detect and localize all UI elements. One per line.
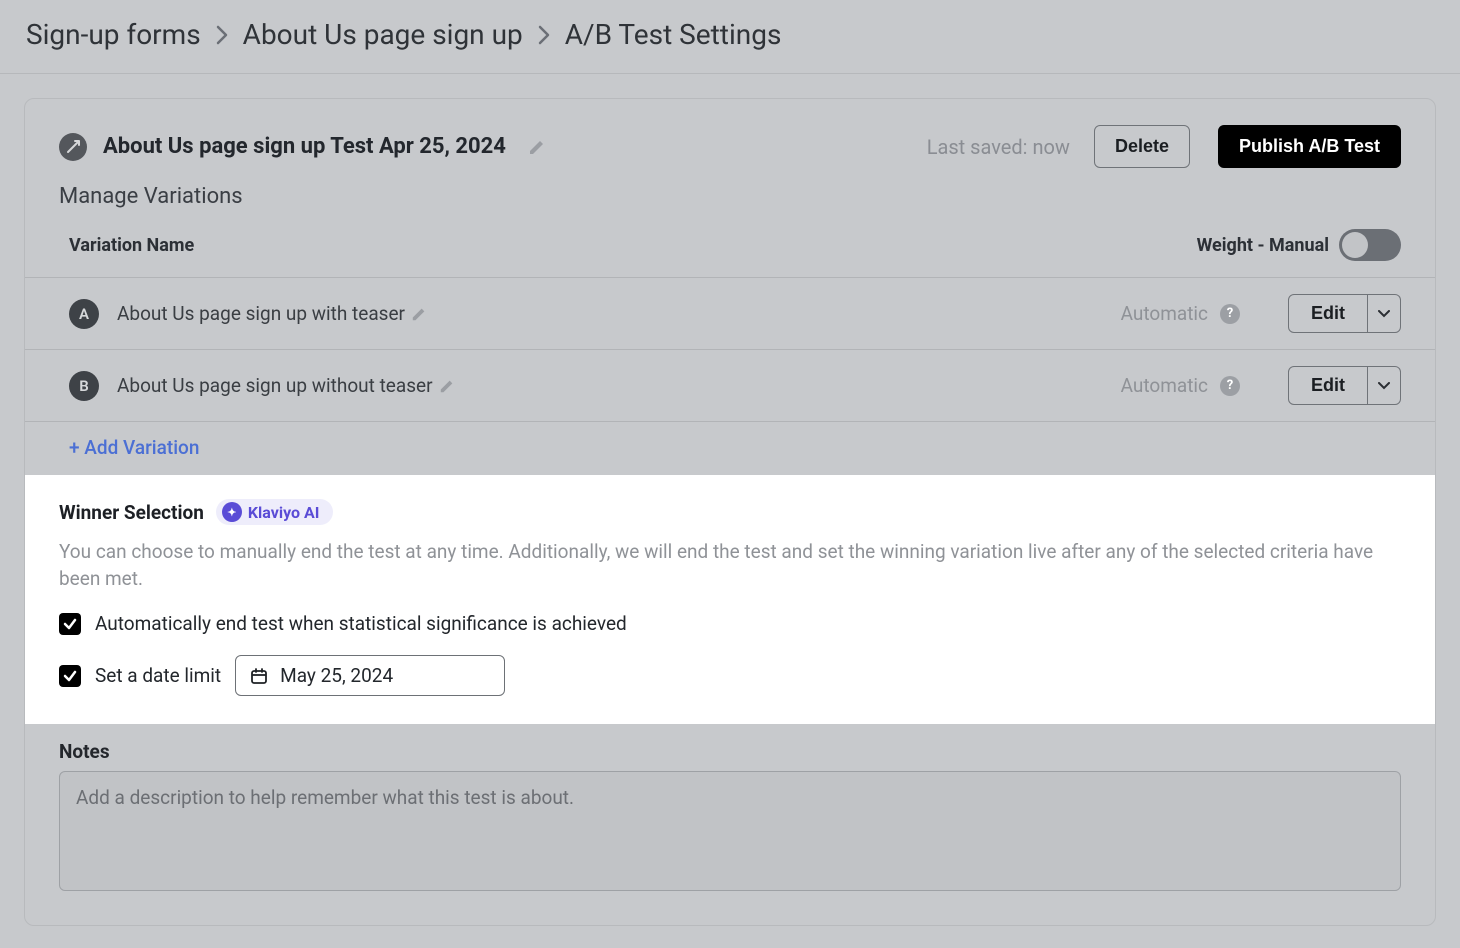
sparkle-icon: ✦ — [222, 502, 242, 522]
publish-button[interactable]: Publish A/B Test — [1218, 125, 1401, 168]
auto-end-label: Automatically end test when statistical … — [95, 612, 627, 635]
col-weight-label: Weight - Manual — [1197, 235, 1329, 256]
variation-name: About Us page sign up without teaser — [117, 374, 433, 397]
weight-mode: Automatic — [1121, 374, 1208, 397]
weight-toggle[interactable] — [1339, 229, 1401, 261]
winner-description: You can choose to manually end the test … — [59, 539, 1401, 592]
variation-row: A About Us page sign up with teaser Auto… — [25, 278, 1435, 350]
breadcrumb-about-us[interactable]: About Us page sign up — [243, 18, 523, 51]
check-icon — [63, 669, 77, 683]
calendar-icon — [250, 667, 268, 685]
variation-badge-b: B — [69, 371, 99, 401]
ab-test-card: About Us page sign up Test Apr 25, 2024 … — [24, 98, 1436, 926]
help-icon[interactable]: ? — [1220, 304, 1240, 324]
notes-label: Notes — [59, 740, 1401, 763]
last-saved: Last saved: now — [927, 135, 1070, 159]
test-title: About Us page sign up Test Apr 25, 2024 — [103, 134, 506, 159]
notes-textarea[interactable] — [59, 771, 1401, 891]
variations-header-row: Variation Name Weight - Manual — [25, 219, 1435, 278]
winner-selection-title: Winner Selection — [59, 501, 204, 524]
edit-button[interactable]: Edit — [1288, 294, 1368, 333]
ai-badge-label: Klaviyo AI — [248, 503, 320, 522]
caret-down-icon — [1378, 382, 1390, 390]
manage-variations-label: Manage Variations — [25, 174, 1435, 219]
ab-test-icon — [59, 133, 87, 161]
check-icon — [63, 617, 77, 631]
edit-dropdown[interactable] — [1368, 366, 1401, 405]
add-variation-link[interactable]: + Add Variation — [25, 422, 1435, 475]
variation-name: About Us page sign up with teaser — [117, 302, 405, 325]
help-icon[interactable]: ? — [1220, 376, 1240, 396]
breadcrumb-signup-forms[interactable]: Sign-up forms — [26, 18, 201, 51]
date-limit-label: Set a date limit — [95, 664, 221, 687]
date-value: May 25, 2024 — [280, 664, 393, 687]
pencil-icon[interactable] — [411, 306, 427, 322]
variation-badge-a: A — [69, 299, 99, 329]
pencil-icon[interactable] — [439, 378, 455, 394]
edit-button[interactable]: Edit — [1288, 366, 1368, 405]
pencil-icon[interactable] — [528, 138, 546, 156]
winner-selection-section: Winner Selection ✦ Klaviyo AI You can ch… — [25, 475, 1435, 724]
klaviyo-ai-badge: ✦ Klaviyo AI — [216, 499, 334, 525]
date-limit-checkbox[interactable] — [59, 665, 81, 687]
edit-dropdown[interactable] — [1368, 294, 1401, 333]
delete-button[interactable]: Delete — [1094, 125, 1190, 168]
variation-row: B About Us page sign up without teaser A… — [25, 350, 1435, 422]
chevron-right-icon — [215, 25, 229, 45]
breadcrumb: Sign-up forms About Us page sign up A/B … — [0, 0, 1460, 74]
date-limit-input[interactable]: May 25, 2024 — [235, 655, 505, 696]
col-variation-name: Variation Name — [69, 235, 194, 256]
weight-mode: Automatic — [1121, 302, 1208, 325]
caret-down-icon — [1378, 310, 1390, 318]
breadcrumb-current: A/B Test Settings — [565, 18, 782, 51]
card-header: About Us page sign up Test Apr 25, 2024 … — [25, 99, 1435, 174]
chevron-right-icon — [537, 25, 551, 45]
auto-end-checkbox[interactable] — [59, 613, 81, 635]
notes-section: Notes — [25, 724, 1435, 925]
